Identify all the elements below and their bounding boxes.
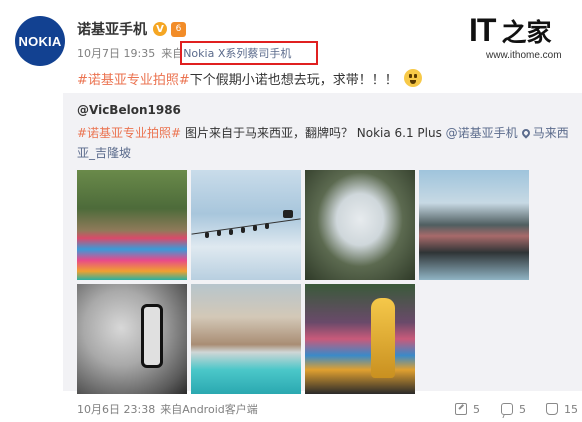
logo-zh: 之家 [501,17,552,47]
repost-mention[interactable]: @诺基亚手机 [446,126,518,140]
bird [265,223,269,229]
photo-sky-through-trees[interactable] [305,170,415,280]
photo-pool-building[interactable] [191,284,301,394]
site-url: www.ithome.com [486,50,562,61]
photo-grid [77,170,529,394]
post-hashtag[interactable]: #诺基亚专业拍照# [77,69,190,88]
avatar-logo-text: NOKIA [18,33,62,49]
repost-user[interactable]: @VicBelon1986 [77,103,181,117]
comment-count: 5 [519,402,526,416]
repost-body: 图片来自于马来西亚，翻牌吗？ Nokia 6.1 Plus [181,126,446,140]
repost-footer: 10月6日 23:38 来自 Android客户端 [77,401,258,417]
like-button[interactable]: 15 [546,400,578,418]
bird [229,229,233,235]
share-button[interactable]: 5 [455,400,480,418]
post-time[interactable]: 10月7日 19:35 [77,45,155,61]
photo-birds-on-wire[interactable] [191,170,301,280]
like-count: 15 [564,402,578,416]
post-body: 下个假期小诺也想去玩，求带！！！ [189,72,398,88]
like-icon [546,403,558,415]
bird [253,225,257,231]
lantern [141,304,163,368]
avatar[interactable]: NOKIA [15,16,65,66]
repost-source-prefix: 来自 [160,403,183,416]
share-count: 5 [473,402,480,416]
share-icon [455,403,467,415]
bird [241,227,245,233]
repost-text: #诺基亚专业拍照# 图片来自于马来西亚，翻牌吗？ Nokia 6.1 Plus … [77,123,577,163]
flying-bird [283,210,293,218]
source-highlight-box [180,41,318,65]
level-badge-icon: 6 [171,21,186,37]
repost-hashtag[interactable]: #诺基亚专业拍照# [77,126,181,140]
verified-icon: V [153,22,167,36]
comment-button[interactable]: 5 [501,400,526,418]
photo-street-reflection[interactable] [419,170,529,280]
surprised-emoji-icon [403,69,422,87]
repost-card: @VicBelon1986 #诺基亚专业拍照# 图片来自于马来西亚，翻牌吗？ N… [63,93,582,394]
post-text: #诺基亚专业拍照# 下个假期小诺也想去玩，求带！！！ [77,69,422,88]
user-name[interactable]: 诺基亚手机 [77,19,147,39]
repost-source: Android客户端 [182,403,258,416]
photo-golden-statue[interactable] [305,284,415,394]
bird [217,230,221,236]
ithome-logo: IT 之家 [469,12,551,49]
logo-it: IT [469,12,496,48]
photo-carved-lantern[interactable] [77,284,187,394]
statue [371,298,395,378]
repost-time[interactable]: 10月6日 23:38 [77,401,155,417]
bird [205,232,209,238]
photo-batu-caves-stairs[interactable] [77,170,187,280]
comment-icon [501,403,513,415]
location-pin-icon [520,127,532,139]
